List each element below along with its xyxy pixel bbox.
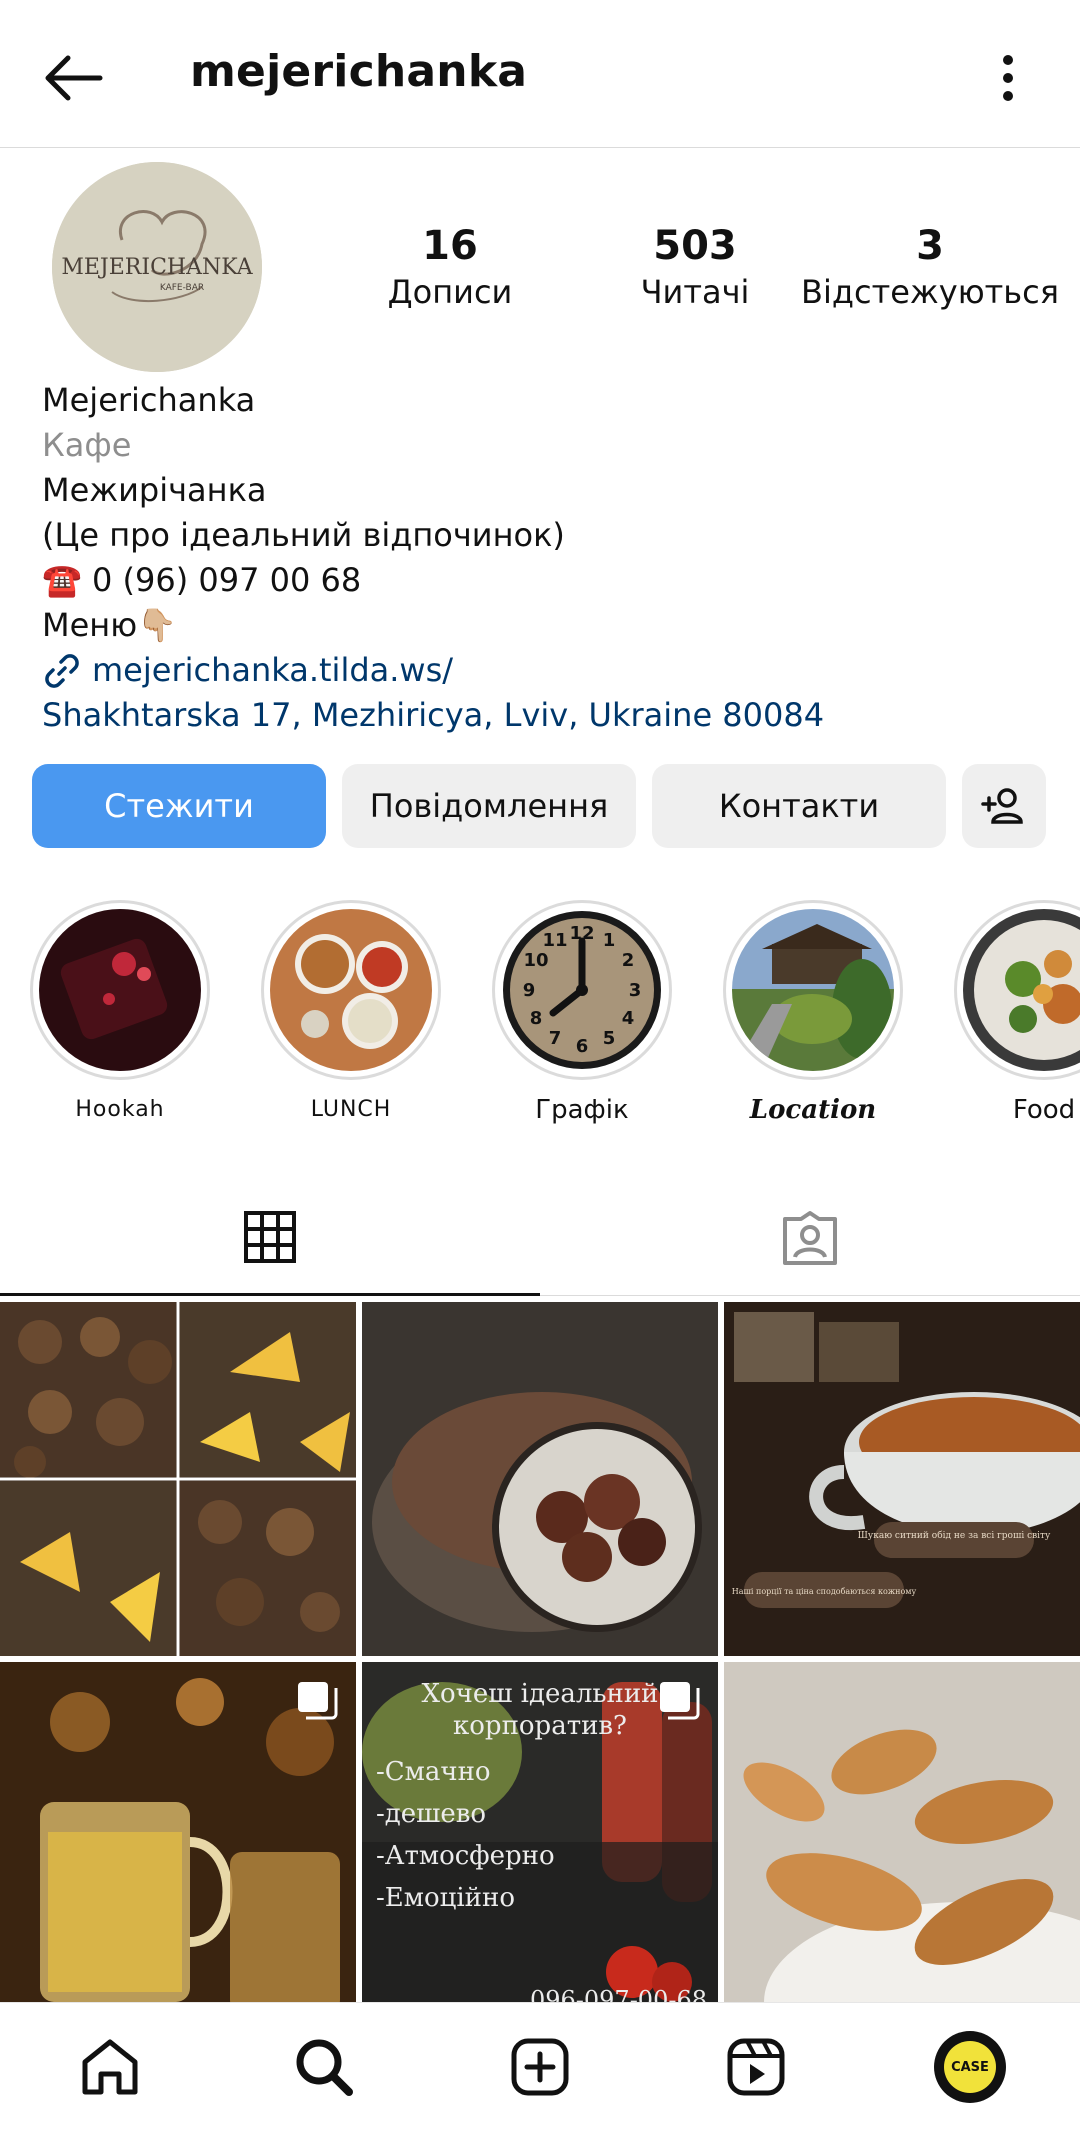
highlight-schedule[interactable]: 12 1 2 345 678 9 10 11 Графік [492, 900, 672, 1126]
profile-username: mejerichanka [190, 46, 528, 97]
tab-posts-grid[interactable] [0, 1180, 540, 1296]
profile-avatar[interactable]: MEJERICHANKA KAFE-BAR [52, 162, 262, 372]
stat-followers-value: 503 [653, 223, 737, 269]
contacts-button[interactable]: Контакти [652, 764, 946, 848]
svg-text:7: 7 [549, 1028, 562, 1049]
post-overlay-text: -Смачно [376, 1757, 491, 1787]
tab-tagged[interactable] [540, 1180, 1080, 1296]
profile-stats: 16 Дописи 503 Читачі 3 Відстежуються [320, 222, 1080, 322]
stat-posts-value: 16 [422, 223, 478, 269]
bio-line: Меню👇🏼 [42, 606, 177, 644]
highlight-label: Hookah [75, 1097, 165, 1122]
stat-followers-label: Читачі [640, 273, 750, 311]
svg-text:6: 6 [576, 1036, 589, 1057]
highlight-image [732, 909, 894, 1071]
bio-line: ☎️ 0 (96) 097 00 68 [42, 561, 362, 599]
bio-line: Межирічанка [42, 471, 267, 509]
post-overlay-text: -дешево [376, 1799, 486, 1829]
grid-icon [244, 1210, 296, 1263]
highlight-lunch[interactable]: LUNCH [261, 900, 441, 1126]
svg-text:3: 3 [629, 980, 642, 1001]
highlight-label: Location [749, 1095, 877, 1125]
svg-text:1: 1 [603, 930, 616, 951]
post-caption-text: Наші порції та ціна сподобаються кожному [732, 1587, 917, 1596]
top-bar: mejerichanka [0, 0, 1080, 148]
profile-name: Mejerichanka [42, 381, 256, 419]
stat-following-value: 3 [916, 223, 944, 269]
nav-home[interactable] [68, 2025, 152, 2109]
highlight-image [39, 909, 201, 1071]
post-overlay-text: -Емоційно [376, 1883, 515, 1913]
highlight-label: LUNCH [310, 1097, 392, 1122]
stat-followers[interactable]: 503 Читачі [605, 222, 785, 314]
bottom-navigation: CASE [0, 2002, 1080, 2130]
suggested-accounts-button[interactable] [962, 764, 1046, 848]
svg-text:11: 11 [542, 930, 567, 951]
more-vertical-icon [1003, 55, 1013, 101]
tagged-icon [783, 1211, 837, 1265]
multiple-photos-icon [660, 1682, 700, 1720]
stat-posts-label: Дописи [387, 273, 513, 311]
nav-search[interactable] [282, 2025, 366, 2109]
reels-icon [727, 2038, 785, 2096]
svg-text:2: 2 [622, 950, 635, 971]
post-phone-text: 096-097-00-68 [530, 1986, 707, 2002]
svg-text:10: 10 [523, 950, 548, 971]
post-caption-text: Шукаю ситний обід не за всі гроші світу [858, 1530, 1051, 1541]
avatar-logo-text: MEJERICHANKA [61, 255, 253, 280]
svg-text:8: 8 [530, 1008, 543, 1029]
post-thumbnail[interactable] [0, 1302, 356, 1656]
stat-following-label: Відстежуються [801, 273, 1059, 311]
profile-bio: Mejerichanka Кафе Межирічанка (Це про ід… [42, 378, 1042, 738]
more-options-button[interactable] [972, 42, 1044, 114]
add-person-icon [981, 788, 1023, 824]
home-icon [82, 2039, 138, 2095]
profile-category: Кафе [42, 426, 132, 464]
bio-link[interactable]: mejerichanka.tilda.ws/ [42, 648, 1042, 693]
profile-actions: Стежити Повідомлення Контакти [32, 764, 1048, 848]
back-arrow-icon [45, 55, 103, 101]
bio-address[interactable]: Shakhtarska 17, Mezhiricya, Lviv, Ukrain… [42, 693, 1042, 738]
post-thumbnail[interactable] [0, 1662, 356, 2002]
bio-link-text[interactable]: mejerichanka.tilda.ws/ [92, 648, 453, 693]
create-icon [511, 2038, 569, 2096]
post-thumbnail[interactable]: Хочеш ідеальний корпоратив? -Смачно -деш… [362, 1662, 718, 2002]
posts-grid: Шукаю ситний обід не за всі гроші світу … [0, 1302, 1080, 2002]
profile-tabs [0, 1180, 1080, 1296]
back-button[interactable] [36, 42, 108, 114]
highlight-image [270, 909, 432, 1071]
multiple-photos-icon [298, 1682, 338, 1720]
message-button[interactable]: Повідомлення [342, 764, 636, 848]
nav-avatar-text: CASE [944, 2041, 996, 2093]
post-thumbnail[interactable]: Шукаю ситний обід не за всі гроші світу … [724, 1302, 1080, 1656]
avatar-logo-subtext: KAFE-BAR [160, 283, 204, 293]
search-icon [296, 2039, 353, 2096]
bio-line: (Це про ідеальний відпочинок) [42, 516, 565, 554]
highlight-location[interactable]: Location [723, 900, 903, 1126]
post-overlay-text: корпоратив? [453, 1711, 627, 1741]
post-thumbnail[interactable] [724, 1662, 1080, 2002]
post-overlay-text: -Атмосферно [376, 1841, 555, 1871]
clock-icon: 12 12 345 678 91011 [503, 911, 661, 1069]
avatar: CASE [934, 2031, 1006, 2103]
post-thumbnail[interactable] [362, 1302, 718, 1656]
post-overlay-text: Хочеш ідеальний [421, 1679, 658, 1709]
svg-text:4: 4 [622, 1008, 635, 1029]
highlight-hookah[interactable]: Hookah [30, 900, 210, 1126]
highlight-label: Графік [535, 1095, 629, 1125]
follow-button[interactable]: Стежити [32, 764, 326, 848]
nav-profile[interactable]: CASE [928, 2025, 1012, 2109]
story-highlights: Hookah LUNCH 12 1 2 3 4 5 6 7 8 9 10 11 … [0, 900, 1080, 1130]
nav-create[interactable] [498, 2025, 582, 2109]
highlight-image [963, 909, 1080, 1071]
highlight-label: Food [1012, 1095, 1076, 1125]
highlight-food[interactable]: Food [954, 900, 1080, 1126]
stat-posts[interactable]: 16 Дописи [360, 222, 540, 314]
link-icon [45, 653, 79, 688]
stat-following[interactable]: 3 Відстежуються [800, 222, 1060, 314]
svg-text:9: 9 [523, 980, 536, 1001]
highlight-image: 12 1 2 345 678 9 10 11 [501, 909, 663, 1071]
nav-reels[interactable] [714, 2025, 798, 2109]
svg-text:5: 5 [603, 1028, 616, 1049]
